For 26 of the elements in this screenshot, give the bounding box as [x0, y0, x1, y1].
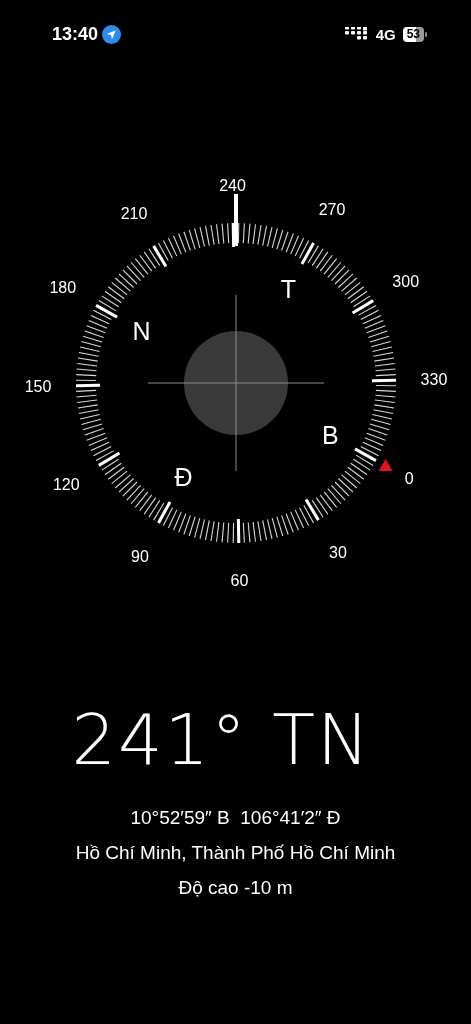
signal-icon: [344, 27, 369, 41]
dial-label: 90: [131, 547, 149, 565]
battery-percentage: 53: [402, 26, 424, 42]
cardinal-label: Đ: [174, 463, 193, 492]
dial-label: 30: [329, 544, 347, 562]
altitude: Độ cao -10 m: [178, 876, 293, 900]
cardinal-label: N: [132, 316, 151, 345]
cardinal-label: T: [280, 274, 296, 303]
heading-reading: 241° TN: [71, 700, 372, 780]
dial-label: 270: [318, 201, 346, 219]
dial-label: 240: [219, 176, 246, 194]
location-name: Hồ Chí Minh, Thành Phố Hồ Chí Minh: [75, 841, 396, 865]
dial-label: 180: [49, 278, 77, 296]
north-marker-icon: [378, 458, 393, 471]
dial-label: 300: [392, 272, 420, 290]
heading-indicator: [234, 194, 238, 246]
network-type: 4G: [375, 25, 396, 43]
coordinates: 10°52′59″ B 106°41′2″ Đ: [130, 806, 341, 830]
dial-label: 0: [404, 470, 414, 488]
dial-label: 120: [52, 476, 80, 494]
dial-label: 150: [24, 377, 52, 395]
cardinal-label: B: [322, 421, 339, 450]
status-time: 13:40: [52, 23, 99, 45]
dial-label: 210: [120, 204, 148, 222]
dial-label: 330: [420, 371, 448, 389]
dial-label: 60: [230, 572, 249, 590]
